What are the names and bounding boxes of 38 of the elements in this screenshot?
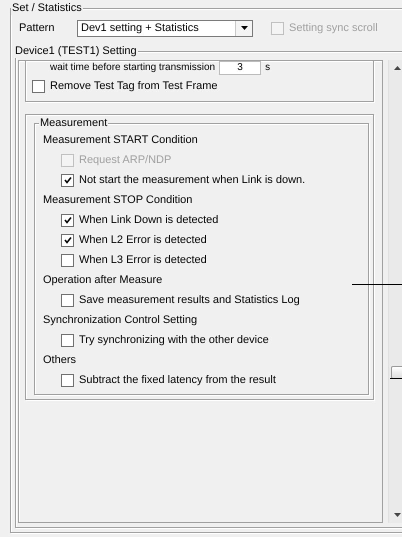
checkmark-icon xyxy=(64,236,72,244)
section-title: Others xyxy=(43,353,78,368)
checkbox-option[interactable]: Subtract the fixed latency from the result xyxy=(43,370,360,390)
checkbox-option[interactable]: When L3 Error is detected xyxy=(43,250,360,270)
section-title: Measurement START Condition xyxy=(43,133,199,148)
section-title: Measurement STOP Condition xyxy=(43,193,194,208)
checkmark-icon xyxy=(64,216,72,224)
wait-time-field[interactable]: 3 xyxy=(219,61,262,75)
checkbox[interactable] xyxy=(61,294,74,306)
scrollbar-thumb[interactable] xyxy=(390,366,402,379)
checkbox-option[interactable]: When L2 Error is detected xyxy=(43,230,360,250)
checkbox[interactable] xyxy=(61,234,74,246)
checkbox[interactable] xyxy=(32,80,45,92)
checkbox-option[interactable]: Save measurement results and Statistics Log xyxy=(43,290,360,310)
checkbox[interactable] xyxy=(61,374,74,386)
pattern-label: Pattern xyxy=(19,22,56,34)
leader-line xyxy=(352,284,402,285)
checkbox[interactable] xyxy=(61,254,74,266)
device-group-title: Device1 (TEST1) Setting xyxy=(14,45,138,58)
group-title: Set / Statistics xyxy=(11,2,83,15)
checkbox[interactable] xyxy=(61,214,74,226)
checkmark-icon xyxy=(64,176,72,184)
checkbox-option[interactable]: When Link Down is detected xyxy=(43,210,360,230)
dropdown-arrow-icon xyxy=(240,26,248,30)
remove-tag-option[interactable]: Remove Test Tag from Test Frame xyxy=(32,75,369,97)
checkbox[interactable] xyxy=(61,174,74,186)
checkbox-option[interactable]: Not start the measurement when Link is down. xyxy=(43,170,360,190)
scroll-up-icon[interactable] xyxy=(394,66,401,70)
scroll-down-icon[interactable] xyxy=(394,513,401,517)
checkbox-option[interactable]: Try synchronizing with the other device xyxy=(43,330,360,350)
leader-line xyxy=(390,378,402,379)
wait-time-unit: s xyxy=(265,62,270,74)
wait-time-label: wait time before starting transmission xyxy=(50,62,216,74)
checkbox[interactable] xyxy=(61,334,74,346)
section-title: Operation after Measure xyxy=(43,273,164,288)
pattern-dropdown[interactable]: Dev1 setting + Statistics xyxy=(77,20,253,36)
section-title: Synchronization Control Setting xyxy=(43,313,198,328)
vertical-scrollbar[interactable] xyxy=(388,60,402,523)
